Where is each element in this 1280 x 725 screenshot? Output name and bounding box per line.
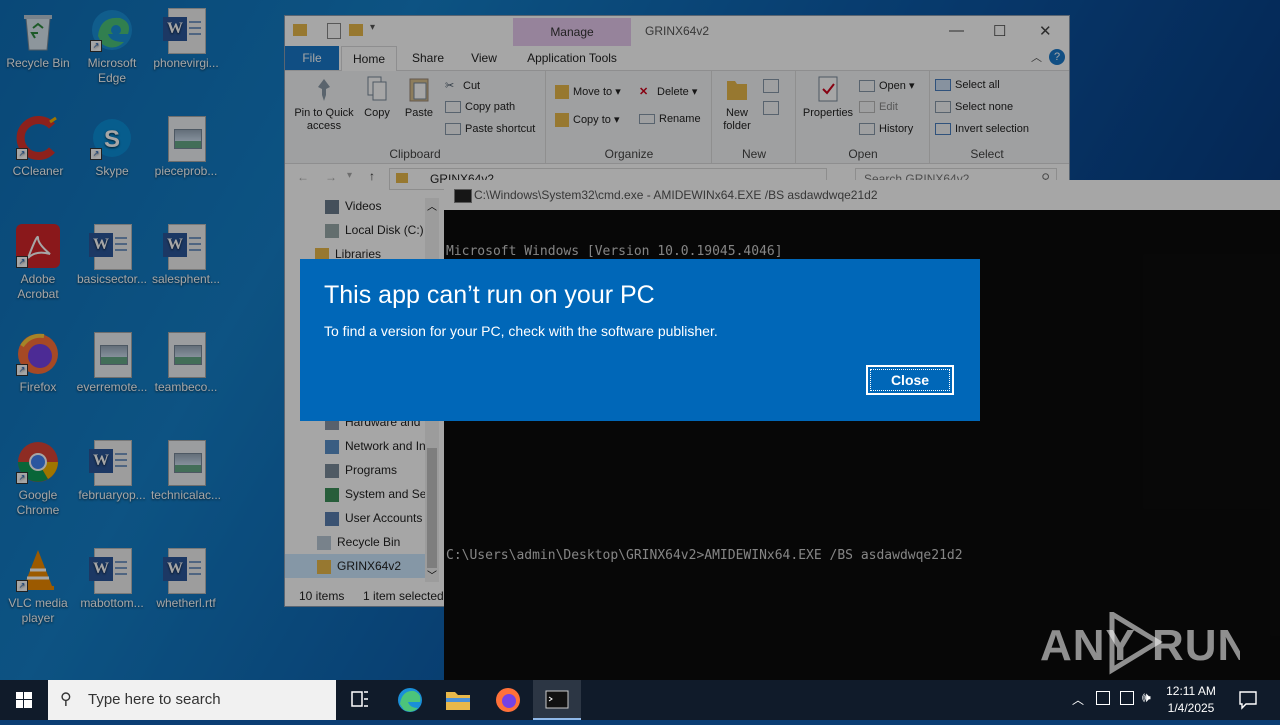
task-view-button[interactable] bbox=[336, 680, 384, 720]
search-magnifier-icon: ⚲ bbox=[60, 691, 72, 708]
show-hidden-icons-icon[interactable]: ︿ bbox=[1072, 691, 1084, 708]
system-tray: ︿ 🕪 bbox=[1068, 680, 1158, 720]
volume-icon[interactable]: 🕪 bbox=[1142, 689, 1151, 706]
clock-time: 12:11 AM bbox=[1166, 684, 1216, 698]
start-button[interactable] bbox=[0, 680, 48, 720]
network-device-icon[interactable] bbox=[1096, 691, 1110, 705]
taskbar-edge-button[interactable] bbox=[386, 680, 434, 720]
taskbar-firefox-button[interactable] bbox=[484, 680, 532, 720]
taskbar-clock[interactable]: 12:11 AM 1/4/2025 bbox=[1160, 683, 1222, 717]
taskbar: ⚲ Type here to search ︿ 🕪 12:11 AM 1/4/2… bbox=[0, 680, 1280, 720]
dialog-title: This app can’t run on your PC bbox=[324, 281, 655, 309]
firefox-taskbar-icon bbox=[496, 688, 520, 712]
task-view-icon bbox=[351, 691, 368, 707]
app-cant-run-dialog: This app can’t run on your PC To find a … bbox=[300, 259, 980, 421]
taskbar-search-box[interactable]: ⚲ Type here to search bbox=[48, 680, 336, 720]
cmd-taskbar-icon bbox=[545, 690, 569, 709]
network-icon[interactable] bbox=[1120, 691, 1134, 705]
action-center-button[interactable] bbox=[1228, 680, 1268, 720]
notification-icon bbox=[1239, 691, 1257, 710]
file-explorer-taskbar-icon bbox=[446, 692, 470, 710]
dialog-message: To find a version for your PC, check wit… bbox=[324, 323, 718, 339]
dialog-close-button[interactable]: Close bbox=[866, 365, 954, 395]
windows-logo-icon bbox=[16, 692, 32, 708]
svg-text:RUN: RUN bbox=[1152, 621, 1240, 670]
taskbar-explorer-button[interactable] bbox=[434, 680, 482, 720]
taskbar-cmd-button[interactable] bbox=[533, 680, 581, 720]
clock-date: 1/4/2025 bbox=[1167, 701, 1215, 715]
edge-taskbar-icon bbox=[398, 688, 422, 712]
anyrun-logo: ANY RUN bbox=[1040, 609, 1249, 675]
